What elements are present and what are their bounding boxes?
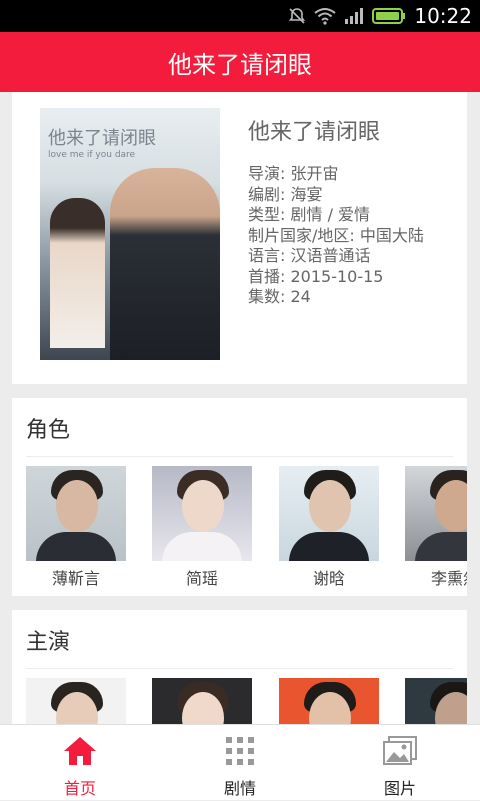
gallery-icon	[383, 736, 417, 765]
show-title: 他来了请闭眼	[248, 120, 381, 145]
nav-gallery-label: 图片	[383, 779, 416, 798]
poster-figure-man	[110, 168, 220, 360]
main-content[interactable]: 他来了请闭眼 love me if you dare 他来了请闭眼 导演: 张开…	[0, 92, 480, 724]
cast-item[interactable]	[152, 678, 252, 724]
cast-photo	[26, 678, 126, 724]
poster-title: 他来了请闭眼	[48, 128, 156, 149]
role-item[interactable]: 谢晗	[279, 466, 379, 589]
app-bar: 他来了请闭眼	[0, 32, 480, 92]
nav-home-label: 首页	[63, 779, 96, 798]
show-premiere: 首播: 2015-10-15	[248, 266, 384, 286]
divider	[26, 668, 453, 669]
role-name: 简瑶	[185, 569, 218, 588]
role-item[interactable]: 李熏然	[405, 466, 467, 589]
notifications-off-icon	[289, 8, 306, 24]
home-icon	[64, 737, 96, 765]
cast-item[interactable]	[26, 678, 126, 724]
status-time: 10:22	[414, 4, 472, 28]
role-name: 薄靳言	[51, 569, 100, 588]
cast-title: 主演	[26, 630, 71, 655]
cast-list[interactable]	[26, 678, 467, 724]
cast-item[interactable]	[405, 678, 467, 724]
roles-card: 角色 薄靳言 简瑶 谢晗 李熏	[12, 398, 467, 596]
grid-icon	[226, 737, 254, 765]
status-bar: 10:22	[0, 0, 480, 32]
show-info-card: 他来了请闭眼 love me if you dare 他来了请闭眼 导演: 张开…	[12, 92, 467, 384]
show-poster[interactable]: 他来了请闭眼 love me if you dare	[40, 108, 220, 360]
roles-title: 角色	[26, 418, 71, 443]
roles-list[interactable]: 薄靳言 简瑶 谢晗 李熏	[26, 466, 467, 591]
show-writer: 编剧: 海宴	[248, 184, 323, 204]
poster-figure-woman	[50, 198, 105, 348]
signal-icon	[345, 8, 364, 24]
nav-plot-label: 剧情	[223, 779, 256, 798]
bottom-nav: 首页 剧情 图片	[0, 724, 480, 800]
show-episodes: 集数: 24	[248, 287, 311, 306]
wifi-icon	[314, 8, 336, 25]
role-item[interactable]: 薄靳言	[26, 466, 126, 589]
cast-photo	[279, 678, 379, 724]
role-photo	[26, 466, 126, 561]
show-genre: 类型: 剧情 / 爱情	[248, 205, 371, 224]
role-item[interactable]: 简瑶	[152, 466, 252, 589]
show-meta: 导演: 张开宙 编剧: 海宴 类型: 剧情 / 爱情 制片国家/地区: 中国大陆…	[248, 164, 424, 308]
role-photo	[279, 466, 379, 561]
nav-plot[interactable]: 剧情	[160, 725, 320, 801]
show-director: 导演: 张开宙	[248, 164, 339, 183]
app-bar-title: 他来了请闭眼	[168, 50, 312, 79]
poster-subtitle: love me if you dare	[48, 150, 136, 160]
cast-photo	[152, 678, 252, 724]
role-name: 谢晗	[312, 569, 345, 588]
role-name: 李熏然	[430, 569, 467, 588]
cast-item[interactable]	[279, 678, 379, 724]
nav-gallery[interactable]: 图片	[320, 725, 480, 801]
role-photo	[152, 466, 252, 561]
nav-home[interactable]: 首页	[0, 725, 160, 801]
cast-photo	[405, 678, 467, 724]
show-country: 制片国家/地区: 中国大陆	[248, 225, 424, 245]
cast-card: 主演	[12, 610, 467, 724]
show-language: 语言: 汉语普通话	[248, 246, 371, 265]
battery-icon	[372, 8, 406, 24]
role-photo	[405, 466, 467, 561]
divider	[26, 456, 453, 457]
